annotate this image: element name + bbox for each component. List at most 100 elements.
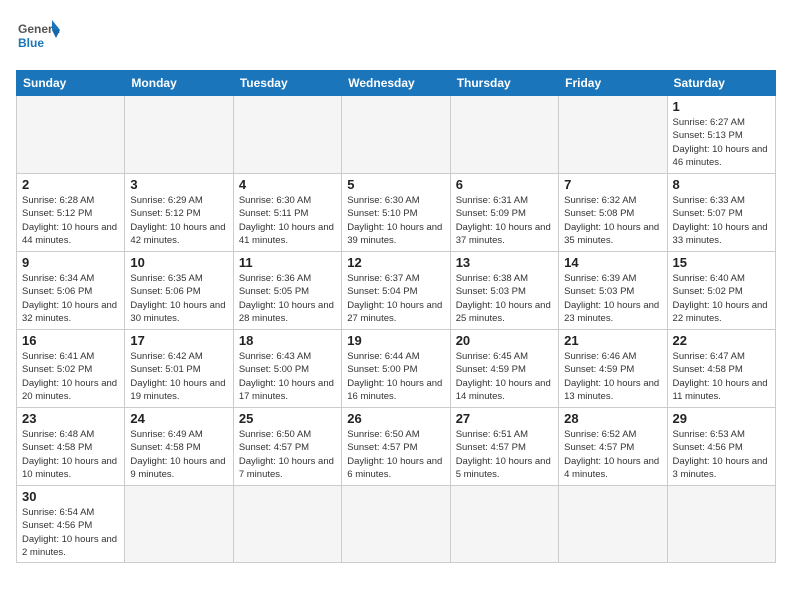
day-info: Sunrise: 6:29 AM Sunset: 5:12 PM Dayligh… [130, 194, 227, 247]
day-number: 16 [22, 333, 119, 348]
day-number: 10 [130, 255, 227, 270]
day-number: 28 [564, 411, 661, 426]
day-number: 13 [456, 255, 553, 270]
day-number: 26 [347, 411, 444, 426]
day-info: Sunrise: 6:42 AM Sunset: 5:01 PM Dayligh… [130, 350, 227, 403]
day-number: 18 [239, 333, 336, 348]
day-info: Sunrise: 6:39 AM Sunset: 5:03 PM Dayligh… [564, 272, 661, 325]
calendar-cell: 2Sunrise: 6:28 AM Sunset: 5:12 PM Daylig… [17, 174, 125, 252]
day-info: Sunrise: 6:45 AM Sunset: 4:59 PM Dayligh… [456, 350, 553, 403]
day-number: 8 [673, 177, 770, 192]
day-info: Sunrise: 6:44 AM Sunset: 5:00 PM Dayligh… [347, 350, 444, 403]
calendar-cell [233, 486, 341, 563]
week-row-5: 23Sunrise: 6:48 AM Sunset: 4:58 PM Dayli… [17, 408, 776, 486]
calendar-cell: 30 Sunrise: 6:54 AM Sunset: 4:56 PM Dayli… [17, 486, 125, 563]
calendar-cell: 17 Sunrise: 6:42 AM Sunset: 5:01 PM Dayli… [125, 330, 233, 408]
calendar-cell [667, 486, 775, 563]
calendar-cell: 3 Sunrise: 6:29 AM Sunset: 5:12 PM Daylig… [125, 174, 233, 252]
day-number: 6 [456, 177, 553, 192]
calendar-cell: 8Sunrise: 6:33 AM Sunset: 5:07 PM Daylig… [667, 174, 775, 252]
day-number: 15 [673, 255, 770, 270]
calendar-cell: 5 Sunrise: 6:30 AM Sunset: 5:10 PM Daylig… [342, 174, 450, 252]
calendar: SundayMondayTuesdayWednesdayThursdayFrid… [16, 70, 776, 563]
calendar-cell [450, 486, 558, 563]
calendar-cell [233, 96, 341, 174]
day-number: 9 [22, 255, 119, 270]
day-info: Sunrise: 6:49 AM Sunset: 4:58 PM Dayligh… [130, 428, 227, 481]
day-info: Sunrise: 6:52 AM Sunset: 4:57 PM Dayligh… [564, 428, 661, 481]
day-number: 25 [239, 411, 336, 426]
weekday-saturday: Saturday [667, 71, 775, 96]
day-info: Sunrise: 6:38 AM Sunset: 5:03 PM Dayligh… [456, 272, 553, 325]
day-number: 30 [22, 489, 119, 504]
day-info: Sunrise: 6:43 AM Sunset: 5:00 PM Dayligh… [239, 350, 336, 403]
calendar-cell: 24Sunrise: 6:49 AM Sunset: 4:58 PM Dayli… [125, 408, 233, 486]
calendar-cell: 7Sunrise: 6:32 AM Sunset: 5:08 PM Daylig… [559, 174, 667, 252]
calendar-cell [559, 96, 667, 174]
header: General Blue [16, 16, 776, 60]
svg-text:Blue: Blue [18, 36, 44, 50]
week-row-4: 16 Sunrise: 6:41 AM Sunset: 5:02 PM Dayli… [17, 330, 776, 408]
weekday-header-row: SundayMondayTuesdayWednesdayThursdayFrid… [17, 71, 776, 96]
weekday-tuesday: Tuesday [233, 71, 341, 96]
day-info: Sunrise: 6:40 AM Sunset: 5:02 PM Dayligh… [673, 272, 770, 325]
calendar-cell: 14 Sunrise: 6:39 AM Sunset: 5:03 PM Dayli… [559, 252, 667, 330]
calendar-cell: 6Sunrise: 6:31 AM Sunset: 5:09 PM Daylig… [450, 174, 558, 252]
day-number: 11 [239, 255, 336, 270]
calendar-cell: 28 Sunrise: 6:52 AM Sunset: 4:57 PM Dayli… [559, 408, 667, 486]
calendar-cell [17, 96, 125, 174]
day-number: 17 [130, 333, 227, 348]
weekday-sunday: Sunday [17, 71, 125, 96]
day-number: 3 [130, 177, 227, 192]
day-info: Sunrise: 6:41 AM Sunset: 5:02 PM Dayligh… [22, 350, 119, 403]
calendar-cell: 13 Sunrise: 6:38 AM Sunset: 5:03 PM Dayli… [450, 252, 558, 330]
day-info: Sunrise: 6:50 AM Sunset: 4:57 PM Dayligh… [239, 428, 336, 481]
day-number: 5 [347, 177, 444, 192]
page: General Blue SundayMondayTuesdayWednesda… [0, 0, 792, 612]
calendar-cell: 15 Sunrise: 6:40 AM Sunset: 5:02 PM Dayli… [667, 252, 775, 330]
day-number: 12 [347, 255, 444, 270]
day-info: Sunrise: 6:46 AM Sunset: 4:59 PM Dayligh… [564, 350, 661, 403]
day-number: 20 [456, 333, 553, 348]
week-row-6: 30 Sunrise: 6:54 AM Sunset: 4:56 PM Dayli… [17, 486, 776, 563]
calendar-cell: 29Sunrise: 6:53 AM Sunset: 4:56 PM Dayli… [667, 408, 775, 486]
calendar-cell: 19 Sunrise: 6:44 AM Sunset: 5:00 PM Dayli… [342, 330, 450, 408]
day-number: 19 [347, 333, 444, 348]
day-info: Sunrise: 6:35 AM Sunset: 5:06 PM Dayligh… [130, 272, 227, 325]
weekday-monday: Monday [125, 71, 233, 96]
calendar-cell: 10 Sunrise: 6:35 AM Sunset: 5:06 PM Dayli… [125, 252, 233, 330]
day-number: 14 [564, 255, 661, 270]
weekday-wednesday: Wednesday [342, 71, 450, 96]
logo: General Blue [16, 16, 60, 60]
calendar-cell: 4Sunrise: 6:30 AM Sunset: 5:11 PM Daylig… [233, 174, 341, 252]
day-info: Sunrise: 6:34 AM Sunset: 5:06 PM Dayligh… [22, 272, 119, 325]
day-info: Sunrise: 6:30 AM Sunset: 5:10 PM Dayligh… [347, 194, 444, 247]
day-number: 4 [239, 177, 336, 192]
calendar-cell: 25 Sunrise: 6:50 AM Sunset: 4:57 PM Dayli… [233, 408, 341, 486]
day-info: Sunrise: 6:54 AM Sunset: 4:56 PM Dayligh… [22, 506, 119, 559]
day-number: 23 [22, 411, 119, 426]
day-info: Sunrise: 6:47 AM Sunset: 4:58 PM Dayligh… [673, 350, 770, 403]
calendar-cell: 9 Sunrise: 6:34 AM Sunset: 5:06 PM Daylig… [17, 252, 125, 330]
weekday-thursday: Thursday [450, 71, 558, 96]
day-number: 27 [456, 411, 553, 426]
logo-svg: General Blue [16, 16, 60, 60]
calendar-cell: 1 Sunrise: 6:27 AM Sunset: 5:13 PM Daylig… [667, 96, 775, 174]
calendar-cell [125, 486, 233, 563]
week-row-3: 9 Sunrise: 6:34 AM Sunset: 5:06 PM Daylig… [17, 252, 776, 330]
day-info: Sunrise: 6:36 AM Sunset: 5:05 PM Dayligh… [239, 272, 336, 325]
week-row-2: 2Sunrise: 6:28 AM Sunset: 5:12 PM Daylig… [17, 174, 776, 252]
calendar-cell: 16 Sunrise: 6:41 AM Sunset: 5:02 PM Dayli… [17, 330, 125, 408]
weekday-friday: Friday [559, 71, 667, 96]
day-info: Sunrise: 6:37 AM Sunset: 5:04 PM Dayligh… [347, 272, 444, 325]
day-number: 1 [673, 99, 770, 114]
calendar-cell [559, 486, 667, 563]
calendar-cell [342, 486, 450, 563]
calendar-cell [125, 96, 233, 174]
day-number: 21 [564, 333, 661, 348]
day-info: Sunrise: 6:32 AM Sunset: 5:08 PM Dayligh… [564, 194, 661, 247]
day-info: Sunrise: 6:27 AM Sunset: 5:13 PM Dayligh… [673, 116, 770, 169]
calendar-cell: 22Sunrise: 6:47 AM Sunset: 4:58 PM Dayli… [667, 330, 775, 408]
day-info: Sunrise: 6:51 AM Sunset: 4:57 PM Dayligh… [456, 428, 553, 481]
day-number: 2 [22, 177, 119, 192]
